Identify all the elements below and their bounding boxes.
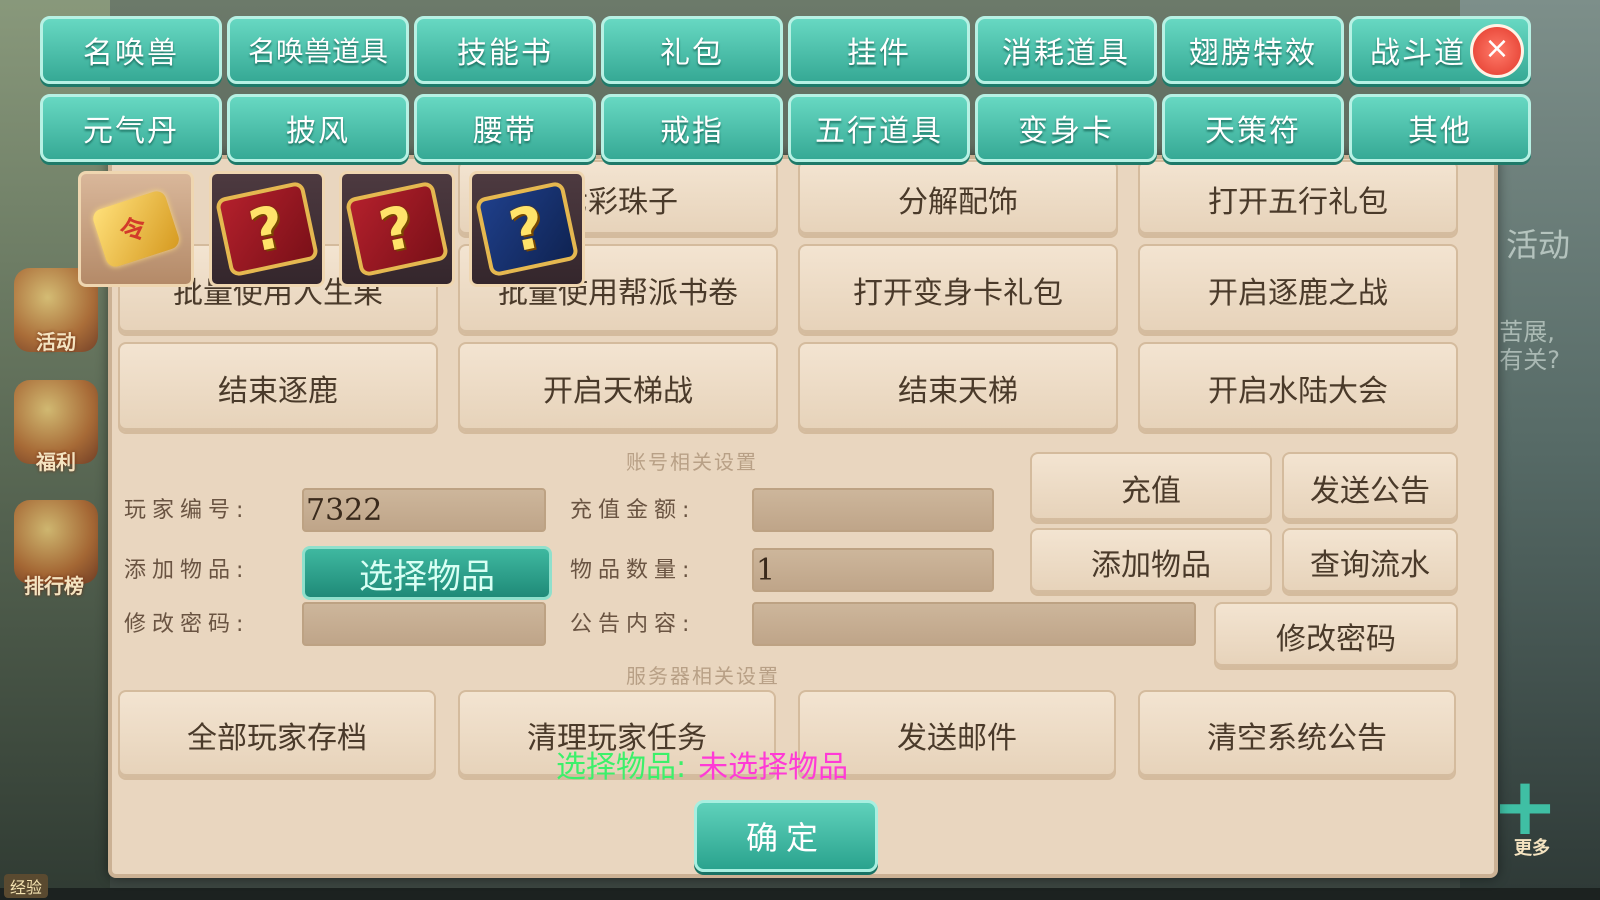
experience-label: 经验 bbox=[4, 874, 49, 898]
tab-gift-pack[interactable]: 礼包 bbox=[601, 16, 783, 84]
add-item-button[interactable]: 添加物品 bbox=[1030, 528, 1272, 596]
mystery-book-blue-icon: ? bbox=[474, 180, 580, 278]
recharge-button[interactable]: 充值 bbox=[1030, 452, 1272, 524]
command-button-end-deer-battle[interactable]: 结束逐鹿 bbox=[118, 342, 438, 434]
plus-icon[interactable]: + bbox=[1490, 767, 1560, 847]
mystery-book-red-icon: ? bbox=[214, 180, 320, 278]
item-quantity-label: 物品数量: bbox=[570, 558, 696, 583]
save-all-players-button[interactable]: 全部玩家存档 bbox=[118, 690, 436, 780]
select-item-button[interactable]: 选择物品 bbox=[302, 546, 552, 600]
selected-item-label: 选择物品: bbox=[556, 750, 687, 785]
command-button-start-ladder-battle[interactable]: 开启天梯战 bbox=[458, 342, 778, 434]
command-button-start-deer-battle[interactable]: 开启逐鹿之战 bbox=[1138, 244, 1458, 336]
side-label-ranking: 排行榜 bbox=[24, 574, 84, 598]
account-section-title: 账号相关设置 bbox=[626, 450, 758, 474]
command-button-open-transform-card-pack[interactable]: 打开变身卡礼包 bbox=[798, 244, 1118, 336]
announcement-label: 公告内容: bbox=[570, 612, 696, 637]
item-slot-scroll[interactable] bbox=[78, 171, 194, 287]
command-button-decompose-accessory[interactable]: 分解配饰 bbox=[798, 160, 1118, 238]
tab-summoned-beast[interactable]: 名唤兽 bbox=[40, 16, 222, 84]
selected-item-value: 未选择物品 bbox=[698, 750, 849, 785]
announcement-input[interactable] bbox=[752, 602, 1196, 646]
player-id-label: 玩家编号: bbox=[124, 498, 250, 523]
tab-consumables[interactable]: 消耗道具 bbox=[975, 16, 1157, 84]
tab-other[interactable]: 其他 bbox=[1349, 94, 1531, 162]
tab-five-element-items[interactable]: 五行道具 bbox=[788, 94, 970, 162]
item-slot-mystery-red-2[interactable]: ? bbox=[339, 171, 455, 287]
confirm-button[interactable]: 确定 bbox=[694, 800, 878, 872]
tab-tiance-talisman[interactable]: 天策符 bbox=[1162, 94, 1344, 162]
clear-system-announcement-button[interactable]: 清空系统公告 bbox=[1138, 690, 1456, 780]
change-password-input[interactable] bbox=[302, 602, 546, 646]
more-label: 更多 bbox=[1514, 838, 1550, 859]
tab-ring[interactable]: 戒指 bbox=[601, 94, 783, 162]
player-id-input[interactable]: 7322 bbox=[302, 488, 546, 532]
command-button-end-ladder[interactable]: 结束天梯 bbox=[798, 342, 1118, 434]
side-label-welfare: 福利 bbox=[36, 450, 76, 474]
right-chat-text: 苦展, 有关? bbox=[1499, 318, 1560, 374]
item-slot-mystery-red-1[interactable]: ? bbox=[209, 171, 325, 287]
tab-pendant[interactable]: 挂件 bbox=[788, 16, 970, 84]
server-section-title: 服务器相关设置 bbox=[626, 664, 780, 688]
item-slot-mystery-blue[interactable]: ? bbox=[469, 171, 585, 287]
send-announcement-button[interactable]: 发送公告 bbox=[1282, 452, 1458, 524]
mystery-book-red-icon: ? bbox=[344, 180, 450, 278]
tab-skill-book[interactable]: 技能书 bbox=[414, 16, 596, 84]
tab-wing-effects[interactable]: 翅膀特效 bbox=[1162, 16, 1344, 84]
scroll-icon bbox=[90, 188, 182, 270]
command-button-open-five-element-pack[interactable]: 打开五行礼包 bbox=[1138, 160, 1458, 238]
tab-belt[interactable]: 腰带 bbox=[414, 94, 596, 162]
selected-item-status: 选择物品: 未选择物品 bbox=[556, 742, 848, 786]
close-icon[interactable]: × bbox=[1470, 24, 1524, 78]
recharge-amount-input[interactable] bbox=[752, 488, 994, 532]
recharge-amount-label: 充值金额: bbox=[570, 498, 696, 523]
right-activity-label: 活动 bbox=[1505, 226, 1570, 264]
side-label-activity: 活动 bbox=[36, 330, 76, 354]
command-button-start-water-land-event[interactable]: 开启水陆大会 bbox=[1138, 342, 1458, 434]
tab-summoned-beast-items[interactable]: 名唤兽道具 bbox=[227, 16, 409, 84]
add-item-label: 添加物品: bbox=[124, 558, 250, 583]
change-password-label: 修改密码: bbox=[124, 612, 250, 637]
query-log-button[interactable]: 查询流水 bbox=[1282, 528, 1458, 596]
tab-transform-card[interactable]: 变身卡 bbox=[975, 94, 1157, 162]
item-quantity-input[interactable]: 1 bbox=[752, 548, 994, 592]
experience-bar bbox=[0, 888, 1600, 900]
tab-vitality-pill[interactable]: 元气丹 bbox=[40, 94, 222, 162]
tab-cloak[interactable]: 披风 bbox=[227, 94, 409, 162]
change-password-button[interactable]: 修改密码 bbox=[1214, 602, 1458, 670]
